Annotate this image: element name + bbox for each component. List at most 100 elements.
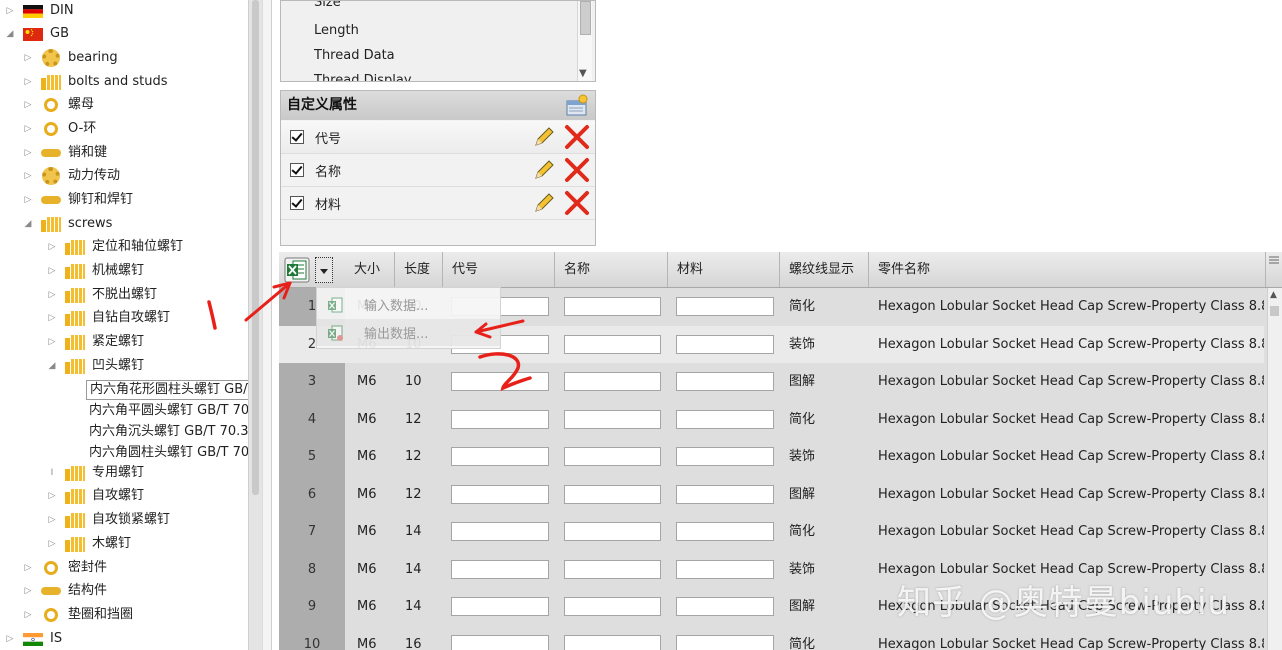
edit-pencil-icon[interactable] [533,159,555,181]
thread-display-cell[interactable]: 图解 [789,588,859,625]
tree-item[interactable]: ▷ 动力传动 [22,165,120,187]
expand-arrow-icon[interactable]: ▷ [4,628,16,650]
table-scrollbar[interactable]: ▲ [1267,288,1282,650]
name-input[interactable] [564,484,661,504]
table-row[interactable]: 5 M6 12 装饰 Hexagon Lobular Socket Head Cap S… [279,438,1264,475]
expand-arrow-icon[interactable]: ▷ [22,47,34,69]
material-input[interactable] [676,559,774,579]
thread-display-cell[interactable]: 装饰 [789,326,859,363]
tree-item[interactable]: 内六角花形圆柱头螺钉 GB/T 6191 [86,379,248,401]
length-cell[interactable]: 12 [405,476,435,513]
name-input[interactable] [564,597,661,616]
table-row[interactable]: 10 M6 16 简化 Hexagon Lobular Socket Head Cap … [279,626,1264,650]
name-checkbox[interactable] [290,163,304,177]
thread-display-cell[interactable]: 简化 [789,288,859,325]
tree-item[interactable]: ▷ 定位和轴位螺钉 [46,236,183,258]
material-input[interactable] [676,484,774,504]
expand-arrow-icon[interactable]: ▷ [46,260,58,282]
property-item-thread-display[interactable]: Thread Display [314,73,412,81]
column-header-material[interactable]: 材料 [668,252,780,287]
code-input[interactable] [451,597,549,616]
thread-display-cell[interactable]: 简化 [789,401,859,438]
collapse-arrow-icon[interactable]: ◢ [4,23,16,45]
property-item-thread-data[interactable]: Thread Data [314,48,395,63]
material-input[interactable] [676,334,774,354]
thread-display-cell[interactable]: 装饰 [789,438,859,475]
custom-property-row-code[interactable]: 代号 [281,121,595,154]
tree-item[interactable]: ▷ 销和键 [22,142,107,164]
delete-icon[interactable] [563,123,591,151]
size-cell[interactable]: M6 [357,401,393,438]
thread-display-cell[interactable]: 简化 [789,626,859,650]
tree-item[interactable]: ▷ 垫圈和挡圈 [22,604,133,626]
tree-item[interactable]: ▷ 不脱出螺钉 [46,284,157,306]
scroll-up-icon[interactable]: ▲ [1270,290,1277,300]
column-header-thread-display[interactable]: 螺纹线显示 [780,252,869,287]
tree-item[interactable]: 内六角平圆头螺钉 GB/T 70.2 [86,400,248,422]
expand-arrow-icon[interactable]: ▷ [22,604,34,626]
size-cell[interactable]: M6 [357,363,393,400]
thread-display-cell[interactable]: 图解 [789,363,859,400]
column-header-name[interactable]: 名称 [555,252,668,287]
code-input[interactable] [451,372,549,391]
expand-arrow-icon[interactable]: ▷ [22,189,34,211]
expand-arrow-icon[interactable]: ▷ [46,485,58,507]
code-input[interactable] [451,522,549,541]
size-cell[interactable]: M6 [357,438,393,475]
name-input[interactable] [564,297,661,316]
size-cell[interactable]: M6 [357,626,393,650]
thread-display-cell[interactable]: 简化 [789,513,859,550]
expand-arrow-icon[interactable]: ▷ [22,557,34,579]
part-name-cell[interactable]: Hexagon Lobular Socket Head Cap Screw-Pr… [878,513,1264,550]
length-cell[interactable]: 10 [405,363,435,400]
tree-item[interactable]: ▷ O-环 [22,118,96,140]
custom-property-row-material[interactable]: 材料 [281,187,595,220]
part-name-cell[interactable]: Hexagon Lobular Socket Head Cap Screw-Pr… [878,476,1264,513]
column-header-size[interactable]: 大小 [345,252,395,287]
new-property-icon[interactable] [565,94,589,116]
name-input[interactable] [564,447,661,466]
menu-item-export-data[interactable]: 输出数据... [317,319,500,346]
expand-arrow-icon[interactable]: ▷ [46,509,58,531]
length-cell[interactable]: 12 [405,438,435,475]
name-input[interactable] [564,372,661,391]
name-input[interactable] [564,522,661,541]
column-header-part-name[interactable]: 零件名称 [869,252,1266,287]
name-input[interactable] [564,409,661,429]
tree-item[interactable]: ▷ 铆钉和焊钉 [22,189,133,211]
size-cell[interactable]: M6 [357,588,393,625]
tree-item[interactable]: ▷ 木螺钉 [46,533,131,555]
name-input[interactable] [564,634,661,650]
collapse-arrow-icon[interactable]: ◢ [22,213,34,235]
collapse-arrow-icon[interactable]: ◢ [46,355,58,377]
delete-icon[interactable] [563,189,591,217]
property-item-size[interactable]: Size [314,1,341,10]
property-list[interactable]: Size Length Thread Data Thread Display ▼ [280,0,596,82]
material-input[interactable] [676,634,774,650]
table-row[interactable]: 3 M6 10 图解 Hexagon Lobular Socket Head Cap S… [279,363,1264,400]
expand-arrow-icon[interactable]: ▷ [22,165,34,187]
tree-item[interactable]: ▷ bolts and studs [22,71,168,93]
property-list-scrollbar[interactable]: ▼ [577,1,592,81]
material-input[interactable] [676,297,774,316]
tree-item[interactable]: ▷ 螺母 [22,94,94,116]
tree-item[interactable]: ◢ screws [22,213,112,235]
tree-item[interactable]: ◢ GB [4,23,69,45]
tree-item[interactable]: ◢ 凹头螺钉 [46,355,144,377]
tree-item[interactable]: ▷ 密封件 [22,557,107,579]
expand-arrow-icon[interactable]: ▷ [22,142,34,164]
material-input[interactable] [676,372,774,391]
tree-item[interactable]: ▷ DIN [4,0,74,22]
property-item-length[interactable]: Length [314,23,359,38]
tree-item[interactable]: I 专用螺钉 [46,462,144,484]
length-cell[interactable]: 14 [405,513,435,550]
scroll-down-icon[interactable]: ▼ [579,68,587,79]
expand-arrow-icon[interactable]: ▷ [46,284,58,306]
tree-item[interactable]: ▷ 结构件 [22,580,107,602]
length-cell[interactable]: 16 [405,626,435,650]
expand-arrow-icon[interactable]: ▷ [22,118,34,140]
custom-property-row-name[interactable]: 名称 [281,154,595,187]
menu-item-import-data[interactable]: 输入数据... [317,291,500,318]
material-input[interactable] [676,447,774,466]
column-header-length[interactable]: 长度 [395,252,443,287]
